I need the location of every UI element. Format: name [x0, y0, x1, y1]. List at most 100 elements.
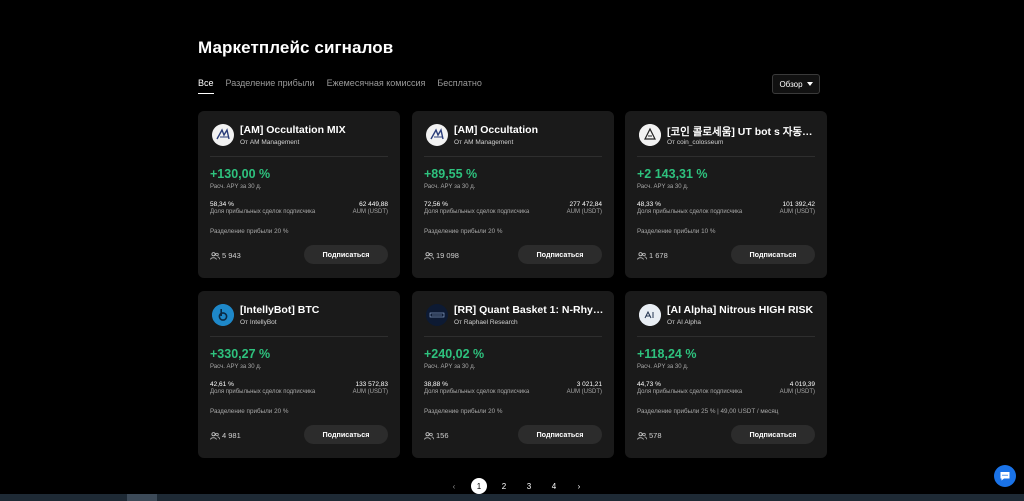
subscribers-count: 578	[637, 431, 662, 440]
signal-name[interactable]: [AM] Occultation MIX	[240, 124, 390, 136]
subscribe-button[interactable]: Подписаться	[518, 245, 602, 264]
signal-name[interactable]: [코인 콜로세움] UT bot s 자동매매	[667, 124, 817, 139]
profit-share-label: Разделение прибыли 25 % | 49,00 USDT / м…	[637, 408, 779, 415]
coin-colosseum-logo-icon	[639, 124, 661, 146]
subscribe-button[interactable]: Подписаться	[304, 425, 388, 444]
signal-name[interactable]: [RR] Quant Basket 1: N-Rhythm	[454, 304, 604, 316]
chat-support-button[interactable]	[994, 465, 1016, 487]
subscribe-button[interactable]: Подписаться	[731, 425, 815, 444]
signal-name[interactable]: [AM] Occultation	[454, 124, 604, 136]
signal-provider[interactable]: От AM Management	[240, 139, 299, 146]
win-rate-value: 58,34 %	[210, 201, 234, 208]
page-button-3[interactable]: 3	[521, 478, 537, 494]
win-rate-value: 48,33 %	[637, 201, 661, 208]
win-rate-value: 42,61 %	[210, 381, 234, 388]
profit-share-label: Разделение прибыли 20 %	[424, 408, 503, 415]
signal-card[interactable]: [RR] Quant Basket 1: N-Rhythm От Raphael…	[412, 291, 614, 458]
signal-provider[interactable]: От AI Alpha	[667, 319, 701, 326]
intellybot-logo-icon	[212, 304, 234, 326]
subscribers-count: 5 943	[210, 251, 241, 260]
apy-value: +330,27 %	[210, 347, 271, 361]
taskbar-segment[interactable]	[127, 494, 157, 501]
signal-card[interactable]: [AI Alpha] Nitrous HIGH RISK От AI Alpha…	[625, 291, 827, 458]
signal-name[interactable]: [AI Alpha] Nitrous HIGH RISK	[667, 304, 817, 316]
apy-label: Расч. APY за 30 д.	[210, 364, 262, 370]
subscribers-count: 4 981	[210, 431, 241, 440]
profit-share-label: Разделение прибыли 20 %	[424, 228, 503, 235]
aum-value: 62 449,88	[359, 201, 388, 208]
win-rate-label: Доля прибыльных сделок подписчика	[424, 209, 530, 215]
sort-select[interactable]: Обзор	[772, 74, 820, 94]
profit-share-label: Разделение прибыли 10 %	[637, 228, 716, 235]
win-rate-label: Доля прибыльных сделок подписчика	[637, 389, 743, 395]
aum-label: AUM (USDT)	[566, 209, 602, 215]
tab-monthly-fee[interactable]: Ежемесячная комиссия	[327, 78, 426, 94]
signal-provider[interactable]: От AM Management	[454, 139, 513, 146]
subscribe-button[interactable]: Подписаться	[518, 425, 602, 444]
subscribers-value: 4 981	[222, 431, 241, 440]
users-icon	[210, 251, 220, 260]
signal-card[interactable]: [AM] Occultation От AM Management +89,55…	[412, 111, 614, 278]
signal-card[interactable]: [IntellyBot] BTC От IntellyBot +330,27 %…	[198, 291, 400, 458]
signal-card[interactable]: [AM] Occultation MIX От AM Management +1…	[198, 111, 400, 278]
users-icon	[424, 251, 434, 260]
apy-label: Расч. APY за 30 д.	[424, 184, 476, 190]
signal-provider[interactable]: От Raphael Research	[454, 319, 518, 326]
tab-all[interactable]: Все	[198, 78, 214, 94]
subscribers-count: 19 098	[424, 251, 459, 260]
aum-label: AUM (USDT)	[779, 389, 815, 395]
ai-alpha-logo-icon	[639, 304, 661, 326]
aum-value: 4 019,39	[789, 381, 815, 388]
page-button-2[interactable]: 2	[496, 478, 512, 494]
signal-name[interactable]: [IntellyBot] BTC	[240, 304, 390, 316]
am-logo-icon	[426, 124, 448, 146]
pagination: ‹ 1 2 3 4 ›	[446, 478, 587, 494]
next-page-button[interactable]: ›	[571, 478, 587, 494]
win-rate-label: Доля прибыльных сделок подписчика	[210, 209, 316, 215]
divider	[424, 156, 602, 157]
page-button-4[interactable]: 4	[546, 478, 562, 494]
page-button-1[interactable]: 1	[471, 478, 487, 494]
subscribe-button[interactable]: Подписаться	[731, 245, 815, 264]
aum-value: 101 392,42	[782, 201, 815, 208]
aum-value: 133 572,83	[355, 381, 388, 388]
subscribers-value: 19 098	[436, 251, 459, 260]
divider	[210, 336, 388, 337]
signal-card[interactable]: [코인 콜로세움] UT bot s 자동매매 От coin_colosseu…	[625, 111, 827, 278]
aum-label: AUM (USDT)	[779, 209, 815, 215]
tab-free[interactable]: Бесплатно	[437, 78, 481, 94]
subscribers-count: 1 678	[637, 251, 668, 260]
chat-bubble-icon	[1000, 472, 1010, 481]
apy-label: Расч. APY за 30 д.	[637, 184, 689, 190]
aum-label: AUM (USDT)	[352, 389, 388, 395]
win-rate-value: 38,88 %	[424, 381, 448, 388]
sort-select-value: Обзор	[779, 79, 803, 89]
users-icon	[424, 431, 434, 440]
apy-label: Расч. APY за 30 д.	[637, 364, 689, 370]
am-logo-icon	[212, 124, 234, 146]
apy-value: +89,55 %	[424, 167, 478, 181]
caret-down-icon	[806, 82, 813, 86]
win-rate-value: 44,73 %	[637, 381, 661, 388]
subscribers-value: 578	[649, 431, 662, 440]
signal-provider[interactable]: От coin_colosseum	[667, 139, 723, 146]
users-icon	[637, 251, 647, 260]
divider	[424, 336, 602, 337]
prev-page-button[interactable]: ‹	[446, 478, 462, 494]
os-taskbar	[0, 494, 1024, 501]
subscribe-button[interactable]: Подписаться	[304, 245, 388, 264]
users-icon	[637, 431, 647, 440]
apy-value: +2 143,31 %	[637, 167, 708, 181]
subscribers-count: 156	[424, 431, 449, 440]
tab-profit-share[interactable]: Разделение прибыли	[226, 78, 315, 94]
aum-label: AUM (USDT)	[566, 389, 602, 395]
aum-value: 3 021,21	[576, 381, 602, 388]
apy-label: Расч. APY за 30 д.	[424, 364, 476, 370]
page-title: Маркетплейс сигналов	[198, 38, 394, 57]
win-rate-value: 72,56 %	[424, 201, 448, 208]
users-icon	[210, 431, 220, 440]
win-rate-label: Доля прибыльных сделок подписчика	[424, 389, 530, 395]
profit-share-label: Разделение прибыли 20 %	[210, 228, 289, 235]
subscribers-value: 1 678	[649, 251, 668, 260]
signal-provider[interactable]: От IntellyBot	[240, 319, 277, 326]
